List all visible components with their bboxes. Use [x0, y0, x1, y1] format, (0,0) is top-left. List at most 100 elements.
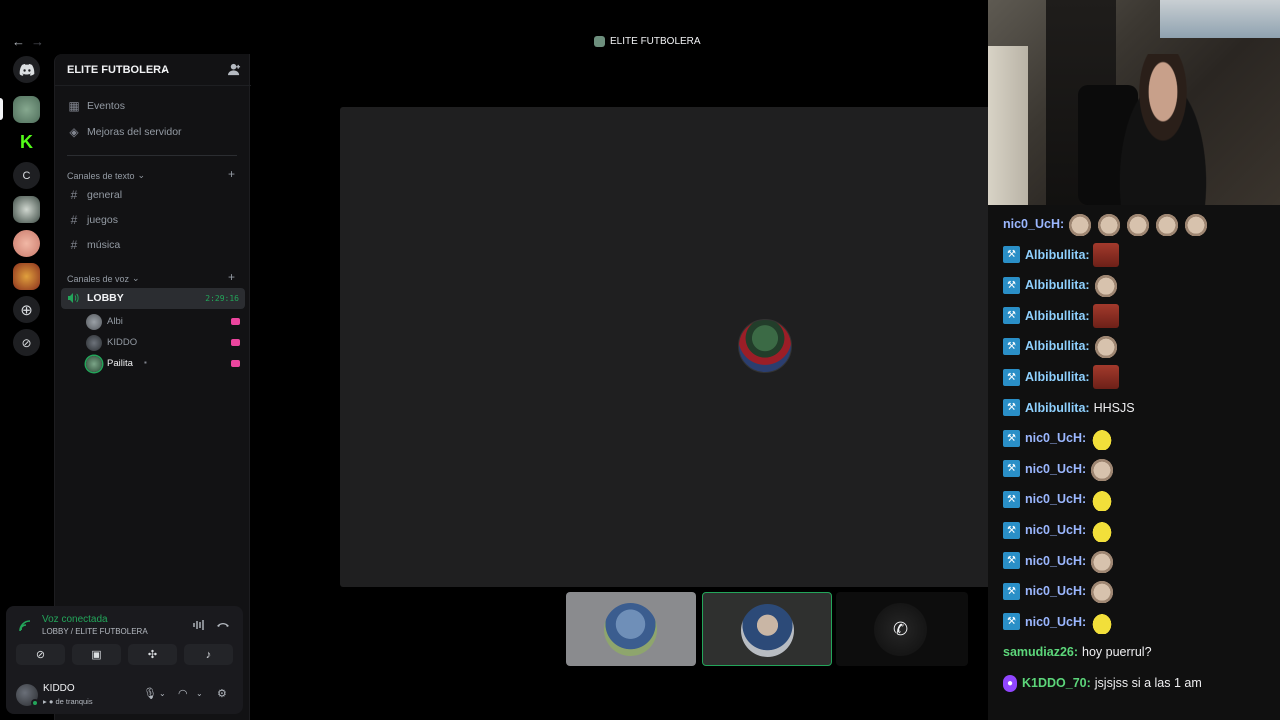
cat-emote-icon: [1183, 212, 1210, 236]
chat-username[interactable]: Albibullita:: [1025, 370, 1090, 384]
avatar[interactable]: [16, 684, 39, 707]
calendar-icon: ▦: [68, 99, 80, 113]
voice-channel-path[interactable]: LOBBY / ELITE FUTBOLERA: [42, 627, 148, 636]
chevron-down-icon[interactable]: ⌄: [160, 64, 168, 75]
camera-off-icon: ⊘: [35, 649, 46, 661]
chat-username[interactable]: nic0_UcH:: [1025, 523, 1086, 537]
server-header[interactable]: ELITE FUTBOLERA ⌄: [55, 54, 251, 86]
chat-message: ⚒ Albibullita:: [1003, 364, 1119, 390]
channel-label: juegos: [87, 214, 118, 226]
voice-member-albi[interactable]: Albi: [86, 313, 241, 331]
hammer-badge-icon: ⚒: [1003, 552, 1020, 570]
back-arrow-icon[interactable]: ←: [12, 34, 25, 49]
hammer-badge-icon: ⚒: [1003, 337, 1020, 355]
chat-message: ⚒ nic0_UcH:: [1003, 486, 1116, 512]
discord-home-icon[interactable]: [13, 56, 40, 83]
soundboard-button[interactable]: ♪: [184, 644, 233, 665]
user-panel: KIDDO ▸ ● de tranquis 🎙︎ ⌄ ◠ ⌄ ⚙: [6, 678, 243, 714]
add-voice-channel-icon[interactable]: +: [228, 270, 235, 284]
stream-chat: nic0_UcH: ⚒ Albibullita: ⚒ Albibullita: ⚒ Albi…: [988, 205, 1280, 720]
participant-avatar: [604, 603, 657, 656]
chat-username[interactable]: K1DDO_70:: [1022, 676, 1091, 690]
chat-username[interactable]: nic0_UcH:: [1025, 492, 1086, 506]
server-c-icon[interactable]: C: [13, 162, 40, 189]
invite-people-icon[interactable]: [228, 63, 241, 76]
user-status-text: de tranquis: [55, 697, 93, 706]
chat-message: ⚒ Albibullita:: [1003, 303, 1119, 329]
add-text-channel-icon[interactable]: +: [228, 167, 235, 181]
camera-button[interactable]: ⊘: [16, 644, 65, 665]
noise-suppression-icon[interactable]: [192, 618, 206, 632]
chevron-down-icon[interactable]: ⌄: [159, 689, 166, 698]
server-avatar-icon[interactable]: [13, 196, 40, 223]
hashtag-icon: #: [70, 188, 78, 202]
chat-username[interactable]: nic0_UcH:: [1025, 554, 1086, 568]
channel-juegos[interactable]: # juegos: [67, 211, 118, 229]
chat-username[interactable]: Albibullita:: [1025, 248, 1090, 262]
participant-tile-speaking[interactable]: [702, 592, 832, 666]
chat-message: nic0_UcH:: [1003, 211, 1210, 237]
online-status-dot: [31, 699, 39, 707]
explore-servers-icon[interactable]: ⊘: [13, 329, 40, 356]
headphones-icon[interactable]: ◠: [178, 687, 188, 700]
server-elite-futbolera-icon[interactable]: [13, 96, 40, 123]
share-screen-button[interactable]: ▣: [72, 644, 121, 665]
hashtag-icon: #: [70, 238, 78, 252]
user-status: ▸ ● de tranquis: [43, 697, 93, 706]
chat-message: samudiaz26: hoy puerrul?: [1003, 639, 1152, 665]
sidebar-item-boosts[interactable]: ◈ Mejoras del servidor: [67, 123, 182, 141]
chat-username[interactable]: nic0_UcH:: [1025, 584, 1086, 598]
microphone-icon[interactable]: 🎙︎: [143, 687, 157, 700]
server-name[interactable]: ELITE FUTBOLERA: [67, 64, 169, 76]
participant-tile-call[interactable]: ✆: [836, 592, 968, 666]
hammer-badge-icon: ⚒: [1003, 368, 1020, 386]
yel-emote-icon: [1089, 609, 1116, 634]
focused-participant-tile[interactable]: [340, 107, 988, 587]
webcam-overlay: [988, 0, 1280, 205]
chat-username[interactable]: nic0_UcH:: [1025, 431, 1086, 445]
vip-badge-icon: ●: [1003, 674, 1017, 692]
category-voice-channels[interactable]: Canales de voz ⌄: [67, 273, 140, 284]
sidebar-item-events[interactable]: ▦ Eventos: [67, 97, 125, 115]
chat-message: ⚒ Albibullita:: [1003, 272, 1119, 298]
server-face-icon[interactable]: [13, 230, 40, 257]
sidebar-item-label: Eventos: [87, 100, 125, 112]
chat-username[interactable]: Albibullita:: [1025, 278, 1090, 292]
server-kick-icon[interactable]: K: [13, 129, 40, 156]
sidebar-item-label: Mejoras del servidor: [87, 126, 182, 138]
forward-arrow-icon[interactable]: →: [31, 34, 44, 49]
chat-text: HHSJS: [1093, 400, 1135, 415]
add-server-icon[interactable]: ⊕: [13, 296, 40, 323]
red-emote-icon: [1092, 303, 1119, 328]
disconnect-icon[interactable]: [216, 618, 230, 632]
chat-username[interactable]: nic0_UcH:: [1025, 615, 1086, 629]
channel-general[interactable]: # general: [67, 186, 122, 204]
avatar: [86, 335, 102, 351]
cat-emote-icon: [1089, 456, 1116, 481]
chat-username[interactable]: Albibullita:: [1025, 309, 1090, 323]
chat-username[interactable]: nic0_UcH:: [1025, 462, 1086, 476]
hashtag-icon: #: [70, 213, 78, 227]
participant-tile[interactable]: [566, 592, 696, 666]
voice-member-kiddo[interactable]: KIDDO: [86, 334, 241, 352]
voice-member-pailita[interactable]: Pailita ▪: [86, 355, 241, 373]
avatar: [86, 314, 102, 330]
gear-icon[interactable]: ⚙: [217, 687, 227, 700]
server-dab-icon[interactable]: [13, 263, 40, 290]
cat-emote-icon: [1154, 212, 1181, 236]
voice-channel-lobby[interactable]: LOBBY 2:29:16: [61, 288, 245, 309]
chat-username[interactable]: samudiaz26:: [1003, 645, 1078, 659]
activities-button[interactable]: ✣: [128, 644, 177, 665]
category-label: Canales de texto: [67, 170, 135, 181]
signal-icon[interactable]: [18, 619, 32, 633]
hammer-badge-icon: ⚒: [1003, 429, 1020, 447]
category-text-channels[interactable]: Canales de texto ⌄: [67, 170, 145, 181]
chevron-down-icon[interactable]: ⌄: [196, 689, 203, 698]
user-name[interactable]: KIDDO: [43, 683, 75, 694]
activities-icon: ✣: [147, 649, 158, 661]
chat-username[interactable]: Albibullita:: [1025, 339, 1090, 353]
chat-username[interactable]: Albibullita:: [1025, 401, 1090, 415]
screen-share-icon: ▣: [91, 649, 102, 661]
channel-musica[interactable]: # música: [67, 236, 121, 254]
chat-username[interactable]: nic0_UcH:: [1003, 217, 1064, 231]
